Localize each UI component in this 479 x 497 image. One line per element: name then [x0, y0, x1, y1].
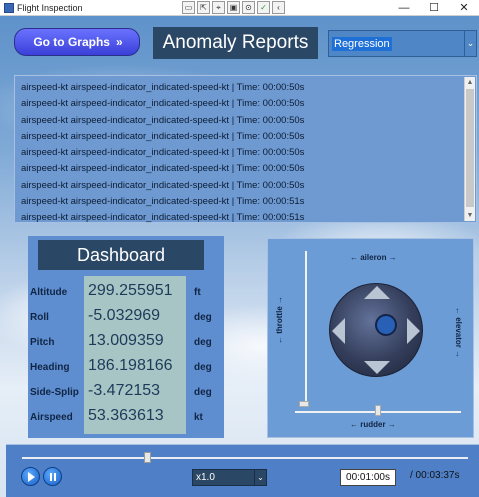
algorithm-dropdown[interactable]: Regression ⌄ — [328, 30, 477, 57]
dashboard-panel: Dashboard Altitude 299.255951 ft Roll -5… — [28, 236, 224, 438]
joystick-panel: ← aileron → ← throttle → ← elevator → ← … — [267, 238, 474, 438]
throttle-slider-thumb[interactable] — [299, 401, 309, 407]
select-icon[interactable]: ⇱ — [197, 1, 210, 14]
layout-icon[interactable]: ▣ — [227, 1, 240, 14]
playback-speed-dropdown[interactable]: x1.0 ⌄ — [192, 469, 267, 486]
throttle-label: ← throttle → — [275, 296, 284, 344]
pitch-label: Pitch — [30, 337, 55, 348]
scroll-down-icon[interactable]: ▼ — [465, 210, 475, 221]
pause-icon — [49, 472, 56, 481]
anomaly-reports-title: Anomaly Reports — [153, 27, 318, 59]
play-icon — [28, 471, 35, 482]
throttle-slider-track — [305, 251, 307, 407]
rudder-slider-thumb[interactable] — [375, 405, 381, 416]
anomaly-item[interactable]: airspeed-kt airspeed-indicator_indicated… — [21, 161, 461, 177]
anomaly-item[interactable]: airspeed-kt airspeed-indicator_indicated… — [21, 145, 461, 161]
timeline-slider-track[interactable] — [22, 457, 468, 459]
scrollbar-thumb[interactable] — [466, 89, 474, 207]
roll-label: Roll — [30, 312, 49, 323]
joystick-knob — [375, 314, 397, 336]
inspect-icon[interactable]: ⌖ — [212, 1, 225, 14]
arrow-right-icon — [407, 318, 420, 344]
anomaly-list-scrollbar[interactable]: ▲ ▼ — [464, 77, 475, 221]
pitch-unit: deg — [194, 337, 212, 348]
debug-toolbar: ▭ ⇱ ⌖ ▣ ⊙ ✓ ‹ — [182, 1, 285, 14]
playback-bar: x1.0 ⌄ 00:01:00s / 00:03:37s — [6, 444, 479, 497]
airspeed-value: 53.363613 — [88, 407, 164, 424]
altitude-label: Altitude — [30, 287, 68, 298]
airspeed-label: Airspeed — [30, 412, 73, 423]
dashboard-title: Dashboard — [38, 240, 204, 270]
check-icon[interactable]: ✓ — [257, 1, 270, 14]
arrow-down-icon — [364, 361, 390, 374]
anomaly-item[interactable]: airspeed-kt airspeed-indicator_indicated… — [21, 194, 461, 210]
algorithm-selected-value: Regression — [332, 36, 392, 51]
anomaly-item[interactable]: airspeed-kt airspeed-indicator_indicated… — [21, 129, 461, 145]
go-to-graphs-button[interactable]: Go to Graphs » — [14, 28, 140, 56]
anomaly-item[interactable]: airspeed-kt airspeed-indicator_indicated… — [21, 210, 461, 226]
maximize-button[interactable]: ☐ — [419, 0, 449, 16]
binding-icon[interactable]: ⊙ — [242, 1, 255, 14]
anomaly-item[interactable]: airspeed-kt airspeed-indicator_indicated… — [21, 96, 461, 112]
playback-speed-value: x1.0 — [196, 472, 215, 483]
arrow-up-icon — [364, 286, 390, 299]
collapse-icon[interactable]: ‹ — [272, 1, 285, 14]
close-button[interactable]: ✕ — [449, 0, 479, 16]
arrow-left-icon — [332, 318, 345, 344]
window-controls: — ☐ ✕ — [389, 0, 479, 16]
window-title: Flight Inspection — [17, 2, 83, 13]
joystick-pad — [329, 283, 423, 377]
roll-value: -5.032969 — [88, 307, 161, 324]
total-time-label: / 00:03:37s — [410, 470, 460, 481]
scroll-up-icon[interactable]: ▲ — [465, 77, 475, 88]
go-to-graphs-label: Go to Graphs — [33, 35, 110, 49]
chevron-down-icon: ⌄ — [464, 31, 476, 56]
airspeed-unit: kt — [194, 412, 203, 423]
altitude-value: 299.255951 — [88, 282, 173, 299]
chevron-down-icon: ⌄ — [254, 470, 266, 485]
aileron-label: ← aileron → — [350, 253, 397, 262]
roll-unit: deg — [194, 312, 212, 323]
anomaly-item[interactable]: airspeed-kt airspeed-indicator_indicated… — [21, 80, 461, 96]
side-slip-value: -3.472153 — [88, 382, 161, 399]
timeline-slider-thumb[interactable] — [143, 452, 151, 463]
current-time-field[interactable]: 00:01:00s — [340, 469, 396, 486]
app-icon — [4, 2, 14, 13]
double-chevron-right-icon: » — [115, 35, 123, 49]
side-slip-label: Side-Splip — [30, 387, 79, 398]
elevator-label: ← elevator → — [454, 307, 463, 359]
anomaly-item[interactable]: airspeed-kt airspeed-indicator_indicated… — [21, 113, 461, 129]
altitude-unit: ft — [194, 287, 201, 298]
minimize-button[interactable]: — — [389, 0, 419, 16]
pitch-value: 13.009359 — [88, 332, 164, 349]
anomaly-item[interactable]: airspeed-kt airspeed-indicator_indicated… — [21, 178, 461, 194]
heading-label: Heading — [30, 362, 70, 373]
side-slip-unit: deg — [194, 387, 212, 398]
heading-unit: deg — [194, 362, 212, 373]
anomaly-list[interactable]: airspeed-kt airspeed-indicator_indicated… — [14, 75, 477, 223]
rudder-label: ← rudder → — [350, 420, 396, 429]
window-title-bar: Flight Inspection ▭ ⇱ ⌖ ▣ ⊙ ✓ ‹ — ☐ ✕ — [0, 0, 479, 16]
pointer-icon[interactable]: ▭ — [182, 1, 195, 14]
pause-button[interactable] — [43, 467, 62, 486]
heading-value: 186.198166 — [88, 357, 173, 374]
play-button[interactable] — [21, 467, 40, 486]
